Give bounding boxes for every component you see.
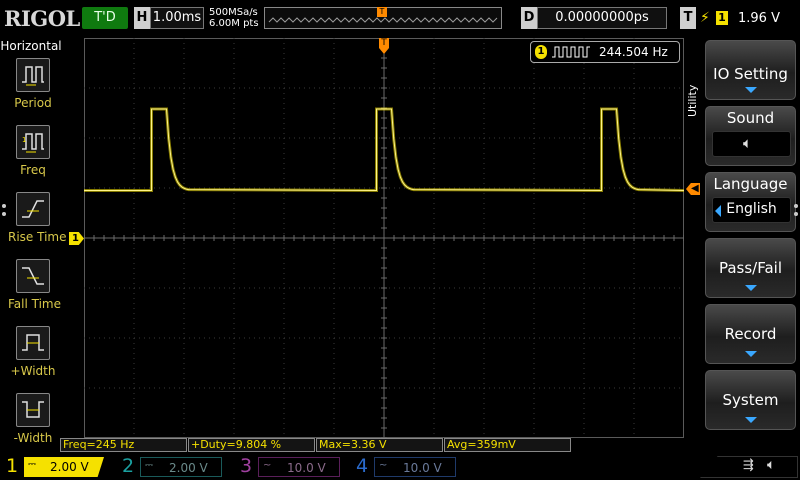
language-value-box: English: [712, 197, 791, 223]
trigger-level: 1.96 V: [738, 11, 780, 26]
delay-readout[interactable]: 0.00000000ps: [537, 7, 667, 29]
counter-channel-badge: 1: [535, 45, 547, 59]
sample-rate: 500MSa/s: [209, 7, 258, 18]
neg-width-icon: [16, 393, 50, 427]
trigger-key[interactable]: T: [680, 7, 696, 29]
ch3-coupling-icon: ~: [263, 460, 272, 471]
measure-fall-time-button[interactable]: Fall Time: [8, 259, 62, 321]
brand-logo: RIGOL: [4, 6, 80, 31]
system-button[interactable]: System: [705, 370, 796, 430]
ch2-status-tab[interactable]: 2 ⎓ 2.00 V: [116, 454, 226, 480]
measure-result-avg[interactable]: Avg=359mV: [444, 438, 571, 452]
measure-period-label: Period: [14, 96, 52, 110]
memory-position-marker: T: [377, 7, 387, 17]
delay-key[interactable]: D: [521, 7, 537, 29]
ch2-scale-box: ⎓ 2.00 V: [140, 457, 222, 477]
measure-neg-width-label: -Width: [13, 431, 53, 445]
ch4-status-tab[interactable]: 4 ~ 10.0 V: [350, 454, 460, 480]
timebase-readout[interactable]: 1.00ms: [150, 7, 204, 29]
trigger-edge-icon: ⚡: [700, 10, 710, 26]
trigger-position-marker[interactable]: T: [378, 38, 390, 56]
language-value: English: [726, 201, 777, 217]
speaker-muted-icon: 🔈︎: [767, 457, 776, 473]
system-label: System: [722, 391, 779, 409]
ch2-scale: 2.00 V: [169, 461, 208, 475]
waveform-display[interactable]: [83, 37, 685, 439]
menu-page-dot: [2, 212, 6, 216]
measure-freq-label: Freq: [20, 163, 46, 177]
trigger-source-badge: 1: [716, 11, 728, 25]
measure-pos-width-button[interactable]: +Width: [8, 326, 58, 388]
ch1-status-tab[interactable]: 1 ⎓ 2.00 V: [0, 454, 106, 480]
measurement-results-bar: Freq=245 Hz +Duty=9.804 % Max=3.36 V Avg…: [60, 438, 572, 452]
frequency-counter: 1 244.504 Hz: [530, 41, 680, 63]
submenu-arrow-icon: [745, 417, 757, 423]
memory-depth: 6.00M pts: [209, 18, 259, 29]
submenu-arrow-icon: [745, 351, 757, 357]
record-label: Record: [724, 325, 777, 343]
status-icons-panel: ⇶ 🔈︎: [700, 456, 798, 478]
ch2-coupling-icon: ⎓: [145, 460, 153, 471]
measure-freq-button[interactable]: 1 Freq: [8, 125, 58, 187]
horizontal-key[interactable]: H: [134, 7, 150, 29]
ch4-scale-box: ~ 10.0 V: [374, 457, 456, 477]
ch1-offset-marker[interactable]: 1: [69, 232, 84, 245]
measure-result-duty[interactable]: +Duty=9.804 %: [188, 438, 315, 452]
menu-page-dot: [794, 212, 798, 216]
utility-menu-title: Utility: [686, 84, 699, 118]
menu-page-dot: [794, 204, 798, 208]
language-button[interactable]: Language English: [705, 172, 796, 232]
io-setting-button[interactable]: IO Setting: [705, 40, 796, 100]
ch3-number: 3: [240, 455, 253, 477]
channel-status-bar: 1 ⎓ 2.00 V 2 ⎓ 2.00 V 3 ~ 10.0 V 4 ~ 10.…: [0, 454, 800, 480]
period-icon: [16, 58, 50, 92]
rise-time-icon: [16, 192, 50, 226]
measure-menu-title: Horizontal: [0, 39, 62, 53]
submenu-arrow-icon: [745, 87, 757, 93]
measure-pos-width-label: +Width: [10, 364, 56, 378]
svg-text:1: 1: [22, 136, 26, 144]
freq-icon: 1: [16, 125, 50, 159]
pass-fail-button[interactable]: Pass/Fail: [705, 238, 796, 298]
ch3-status-tab[interactable]: 3 ~ 10.0 V: [234, 454, 344, 480]
sound-value-box: 🔈︎: [712, 131, 791, 157]
measure-result-freq[interactable]: Freq=245 Hz: [60, 438, 187, 452]
ch1-number: 1: [6, 455, 19, 477]
ch3-scale: 10.0 V: [287, 461, 326, 475]
measure-period-button[interactable]: Period: [8, 58, 58, 120]
trigger-status-badge: T'D: [82, 7, 128, 29]
ch2-number: 2: [122, 455, 135, 477]
pos-width-icon: [16, 326, 50, 360]
measure-result-max[interactable]: Max=3.36 V: [316, 438, 443, 452]
ch4-scale: 10.0 V: [403, 461, 442, 475]
sound-label: Sound: [726, 109, 775, 127]
usb-icon: ⇶: [743, 458, 754, 473]
measure-menu: Horizontal Period 1 Freq Rise Time Fall …: [0, 36, 67, 455]
ch1-scale-box: ⎓ 2.00 V: [24, 457, 104, 477]
ch3-scale-box: ~ 10.0 V: [258, 457, 340, 477]
memory-overview-bar[interactable]: T: [264, 7, 502, 29]
utility-menu: Utility IO Setting Sound 🔈︎ Language Eng…: [686, 36, 800, 454]
top-status-bar: RIGOL T'D H 1.00ms 500MSa/s 6.00M pts T …: [0, 0, 800, 36]
ch4-number: 4: [356, 455, 369, 477]
io-setting-label: IO Setting: [713, 65, 788, 83]
square-wave-icon: [552, 46, 590, 58]
menu-page-dot: [2, 204, 6, 208]
ch1-scale: 2.00 V: [50, 460, 89, 474]
submenu-arrow-icon: [745, 285, 757, 291]
ch4-coupling-icon: ~: [379, 460, 388, 471]
pass-fail-label: Pass/Fail: [718, 259, 783, 277]
measure-rise-time-label: Rise Time: [8, 230, 67, 244]
ch1-coupling-icon: ⎓: [28, 459, 36, 470]
sound-button[interactable]: Sound 🔈︎: [705, 106, 796, 166]
measure-rise-time-button[interactable]: Rise Time: [8, 192, 67, 254]
language-label: Language: [713, 175, 788, 193]
record-button[interactable]: Record: [705, 304, 796, 364]
fall-time-icon: [16, 259, 50, 293]
speaker-muted-icon: 🔈︎: [743, 134, 753, 152]
measure-fall-time-label: Fall Time: [8, 297, 62, 311]
measure-neg-width-button[interactable]: -Width: [8, 393, 58, 455]
counter-value: 244.504 Hz: [599, 45, 668, 59]
waveform-grid: [83, 37, 685, 439]
